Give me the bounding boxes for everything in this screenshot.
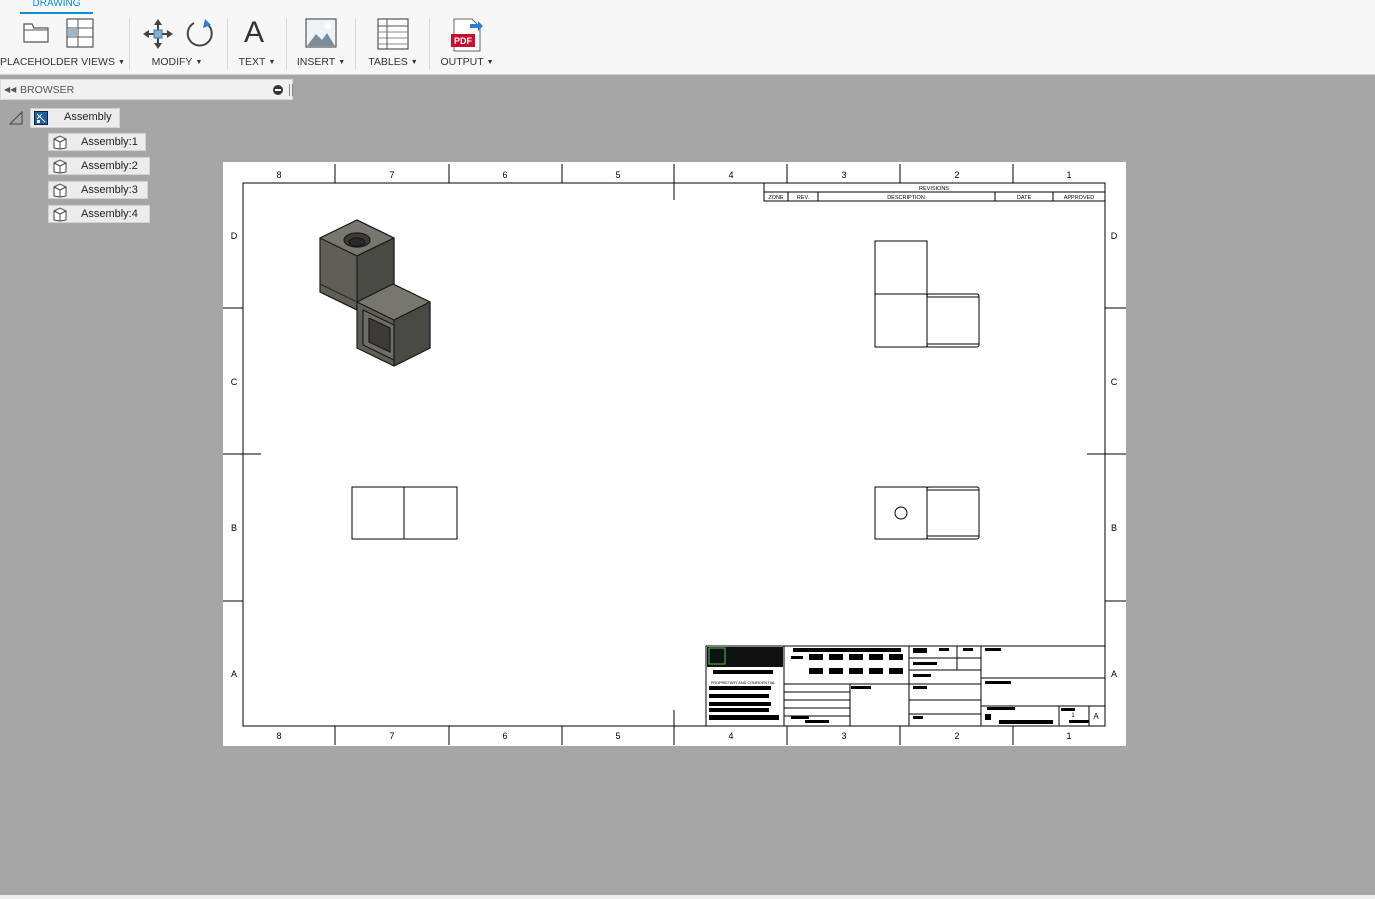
isometric-view[interactable] bbox=[319, 219, 431, 367]
text-label[interactable]: TEXT ▼ bbox=[236, 56, 278, 68]
zone-row-label: D bbox=[231, 231, 238, 241]
tables-label[interactable]: TABLES ▼ bbox=[364, 56, 422, 68]
zone-col-label: 7 bbox=[389, 170, 394, 180]
front-view[interactable] bbox=[874, 240, 980, 348]
panel-pin-icon[interactable] bbox=[289, 84, 293, 96]
table-icon[interactable] bbox=[377, 18, 409, 50]
zone-row-label: C bbox=[231, 377, 238, 387]
zone-col-label: 6 bbox=[502, 731, 507, 741]
zone-row-label: B bbox=[1111, 523, 1117, 533]
collapse-panel-icon[interactable]: ◀◀ bbox=[4, 85, 16, 94]
component-icon bbox=[53, 159, 67, 174]
insert-label[interactable]: INSERT ▼ bbox=[296, 56, 346, 68]
sheet-svg: 8 7 6 5 4 3 2 1 8 7 6 5 4 3 2 1 D C B A … bbox=[223, 164, 1126, 745]
revisions-title: REVISIONS bbox=[919, 186, 949, 192]
zone-row-label: A bbox=[1111, 669, 1117, 679]
zone-col-label: 8 bbox=[276, 731, 281, 741]
component-icon bbox=[53, 183, 67, 198]
tree-item-assembly-2[interactable]: Assembly:2 bbox=[48, 157, 150, 175]
browser-panel-header: ◀◀ BROWSER bbox=[0, 79, 293, 100]
pdf-export-icon[interactable]: PDF bbox=[450, 18, 484, 52]
browser-title: BROWSER bbox=[20, 84, 75, 96]
zone-col-label: 5 bbox=[615, 731, 620, 741]
modify-label[interactable]: MODIFY ▼ bbox=[138, 56, 216, 68]
insert-group[interactable]: INSERT ▼ bbox=[296, 12, 346, 72]
zone-col-label: 3 bbox=[841, 170, 846, 180]
proprietary-label: PROPRIETARY AND CONFIDENTIAL bbox=[711, 681, 776, 685]
modify-group[interactable]: MODIFY ▼ bbox=[138, 12, 216, 72]
tree-root-label: Assembly bbox=[64, 111, 112, 123]
pdf-text: PDF bbox=[454, 36, 473, 46]
zone-row-label: B bbox=[231, 523, 237, 533]
hide-panel-icon[interactable] bbox=[273, 85, 283, 95]
rev-col-header: DESCRIPTION bbox=[887, 195, 925, 201]
rev-col-header: REV. bbox=[797, 195, 810, 201]
tree-item-label: Assembly:1 bbox=[81, 136, 138, 148]
text-icon[interactable]: A bbox=[244, 16, 264, 50]
folder-icon[interactable] bbox=[22, 18, 50, 44]
zone-col-label: 5 bbox=[615, 170, 620, 180]
tree-item-assembly-4[interactable]: Assembly:4 bbox=[48, 205, 150, 223]
tree-item-assembly-3[interactable]: Assembly:3 bbox=[48, 181, 148, 199]
tree-item-label: Assembly:3 bbox=[81, 184, 138, 196]
zone-col-label: 1 bbox=[1066, 170, 1071, 180]
tree-item-label: Assembly:2 bbox=[81, 160, 138, 172]
placeholder-views-group[interactable]: PLACEHOLDER VIEWS ▼ bbox=[0, 12, 125, 72]
ribbon-toolbar: DRAWING PLACEHOLDER VIEWS ▼ MODIFY ▼ A T… bbox=[0, 0, 1375, 75]
tree-item-label: Assembly:4 bbox=[81, 208, 138, 220]
drawing-sheet[interactable]: 8 7 6 5 4 3 2 1 8 7 6 5 4 3 2 1 D C B A … bbox=[223, 162, 1126, 746]
rev-col-header: ZONE bbox=[768, 195, 784, 201]
zone-col-label: 4 bbox=[728, 731, 733, 741]
zone-col-label: 7 bbox=[389, 731, 394, 741]
title-block[interactable]: PROPRIETARY AND CONFIDENTIAL 1 A bbox=[705, 645, 1106, 727]
tables-group[interactable]: TABLES ▼ bbox=[364, 12, 422, 72]
zone-col-label: 6 bbox=[502, 170, 507, 180]
revisions-table: REVISIONS ZONE REV. DESCRIPTION DATE APP… bbox=[763, 182, 1106, 202]
output-label[interactable]: OUTPUT ▼ bbox=[438, 56, 496, 68]
rev-col-header: APPROVED bbox=[1064, 195, 1095, 201]
expand-triangle-icon[interactable] bbox=[9, 111, 23, 125]
zone-col-label: 2 bbox=[954, 170, 959, 180]
image-icon[interactable] bbox=[305, 18, 337, 48]
top-view[interactable] bbox=[874, 486, 980, 540]
placeholder-views-label[interactable]: PLACEHOLDER VIEWS ▼ bbox=[0, 56, 125, 68]
tree-root-assembly[interactable]: Assembly bbox=[30, 108, 120, 128]
base-view-icon[interactable] bbox=[66, 18, 94, 48]
zone-row-label: D bbox=[1111, 231, 1118, 241]
zone-col-label: 8 bbox=[276, 170, 281, 180]
status-strip bbox=[0, 895, 1375, 899]
move-icon[interactable] bbox=[142, 18, 174, 50]
zone-row-label: A bbox=[231, 669, 237, 679]
zone-row-label: C bbox=[1111, 377, 1118, 387]
zone-col-label: 4 bbox=[728, 170, 733, 180]
tree-item-assembly-1[interactable]: Assembly:1 bbox=[48, 133, 146, 151]
zone-col-label: 3 bbox=[841, 731, 846, 741]
sheet-size: A bbox=[1093, 712, 1099, 721]
zone-col-label: 2 bbox=[954, 731, 959, 741]
output-group[interactable]: PDF OUTPUT ▼ bbox=[438, 12, 496, 72]
text-group[interactable]: A TEXT ▼ bbox=[236, 12, 278, 72]
component-icon bbox=[53, 135, 67, 150]
zone-col-label: 1 bbox=[1066, 731, 1071, 741]
component-icon bbox=[53, 207, 67, 222]
rotate-icon[interactable] bbox=[185, 18, 215, 50]
rev-col-header: DATE bbox=[1017, 195, 1032, 201]
assembly-drawing-icon bbox=[34, 111, 48, 125]
side-view[interactable] bbox=[351, 486, 458, 540]
